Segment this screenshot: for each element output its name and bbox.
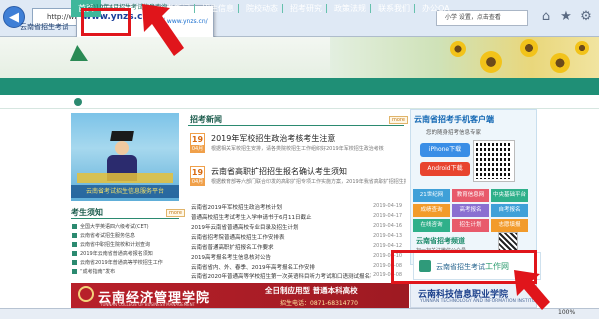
- app-title: 云南省招考手机客户端: [414, 115, 494, 124]
- grid-button[interactable]: 在线咨询: [413, 219, 450, 232]
- notice-item[interactable]: 云南省2019年普通高等学校招生工作: [80, 259, 180, 266]
- wechat-title: 云南省招考频道: [416, 237, 465, 245]
- news-list-item[interactable]: 云南省普通高职扩招报名工作要求: [191, 243, 274, 251]
- sub-bar: [0, 95, 599, 109]
- notice-item[interactable]: “成考指南”发布: [80, 268, 180, 275]
- home-icon[interactable]: ⌂: [538, 9, 554, 25]
- news-list-date: 2019-04-12: [373, 243, 403, 249]
- grid-button[interactable]: 招生计划: [452, 219, 489, 232]
- news-headline[interactable]: 2019年军校招生政治考核考生注意: [211, 133, 335, 144]
- news-list-date: 2019-04-19: [373, 203, 403, 209]
- news-list-item[interactable]: 云南省省内、外、春季、2019年高考报名工作安排: [191, 263, 315, 271]
- news-headline[interactable]: 云南省高职扩招招生报名确认考生须知: [211, 166, 347, 177]
- notice-item[interactable]: 云南省考试招生服务信息: [80, 232, 180, 239]
- news-list-item[interactable]: 云南省招考院普通高校招生工作安排表: [191, 233, 285, 241]
- news-list-date: 2019-04-13: [373, 233, 403, 239]
- qr-code-overlay: [474, 141, 514, 181]
- college-emblem-icon: [78, 286, 94, 302]
- highlight-box-address: [81, 8, 131, 36]
- grid-button[interactable]: 成绩查询: [413, 204, 450, 217]
- grid-button[interactable]: 自考报名: [491, 204, 528, 217]
- news-list-item[interactable]: 2019年云南省普通高校专业目录及招生计划: [191, 223, 299, 231]
- nav-item-college[interactable]: 院校动态: [246, 0, 278, 17]
- photo-caption: 云南省考试招生信息服务平台: [71, 185, 179, 198]
- news-summary: 根据相关军校招生安排，请各类院校招生工作组织好2019年军校招生政治考核: [211, 146, 384, 152]
- red-arrow-icon: [142, 4, 184, 56]
- app-subtitle: 您的随身招考信息专家: [426, 130, 482, 136]
- zoom-level[interactable]: 100%: [558, 309, 575, 316]
- news-list-item[interactable]: 2019高考报名考生信息核对公告: [191, 253, 271, 261]
- banner-image: [330, 37, 599, 78]
- grid-button[interactable]: 志愿填报: [491, 219, 528, 232]
- speaker-icon: [74, 98, 82, 106]
- notice-item[interactable]: 云南省中职招生院校和计划查询: [80, 241, 180, 248]
- gear-icon[interactable]: ⚙: [578, 9, 594, 25]
- red-arrow-icon: [514, 270, 550, 310]
- news-date: 19 04月: [190, 166, 205, 186]
- notice-more-button[interactable]: more: [166, 209, 185, 217]
- nav-item-oa[interactable]: 办公OA: [422, 0, 450, 17]
- browser-tab[interactable]: 云南省招生考试院: [8, 20, 68, 35]
- favorites-icon[interactable]: ★: [558, 9, 574, 25]
- nav-item-enrollment[interactable]: 招生信息: [202, 0, 234, 17]
- grid-button[interactable]: 中央基础平台: [491, 189, 528, 202]
- ad1-subtitle: YUNNAN COLLEGE OF BUSINESS MANAGEMENT: [100, 302, 196, 307]
- grid-button[interactable]: 高考报名: [452, 204, 489, 217]
- news-list-item[interactable]: 云南省2019年军校招生政治考核计划: [191, 203, 282, 211]
- iphone-download-button[interactable]: iPhone下载: [420, 143, 470, 157]
- notice-title: 考生须知: [71, 208, 103, 217]
- grid-button[interactable]: 教育信息网: [452, 189, 489, 202]
- news-summary: 根据教育部等六部门联合印发的高职扩招专项工作实施方案，2019年我省高职扩招招生…: [211, 179, 406, 185]
- ad1-slogan: 全日制应用型 普通本科高校: [265, 286, 358, 295]
- news-list-item[interactable]: 云南省2020年普通高等学校招生第一次英语科目听力考试和口语测试报名事项: [191, 272, 371, 280]
- nav-item-research[interactable]: 招考研究: [290, 0, 322, 17]
- browser-window: ◀ http://www.ynzs.cn/ 云南省招生考试院 www.ynzs.…: [0, 0, 599, 319]
- news-date: 19 04月: [190, 133, 205, 153]
- nav-item-policy[interactable]: 政策法规: [334, 0, 366, 17]
- grid-button[interactable]: 21世纪网: [413, 189, 450, 202]
- main-nav: [0, 78, 599, 95]
- news-more-button[interactable]: more: [389, 116, 408, 124]
- news-title: 招考新闻: [190, 115, 222, 124]
- news-list-date: 2019-04-16: [373, 223, 403, 229]
- notice-item[interactable]: 全国大学英语四六级考试(CET): [80, 223, 180, 230]
- notice-item[interactable]: 2019年云南省普通高考报名须知: [80, 250, 180, 257]
- wechat-qr-icon: [498, 232, 518, 252]
- status-bar: [0, 308, 599, 319]
- news-list-item[interactable]: 普通高校招生考试考生入学申请书于6月11日截止: [191, 213, 312, 221]
- news-list-date: 2019-04-17: [373, 213, 403, 219]
- nav-item-contact[interactable]: 联系我们: [378, 0, 410, 17]
- android-download-button[interactable]: Android下载: [420, 162, 470, 176]
- ad1-phone: 招生电话：0871-68314770: [280, 300, 358, 307]
